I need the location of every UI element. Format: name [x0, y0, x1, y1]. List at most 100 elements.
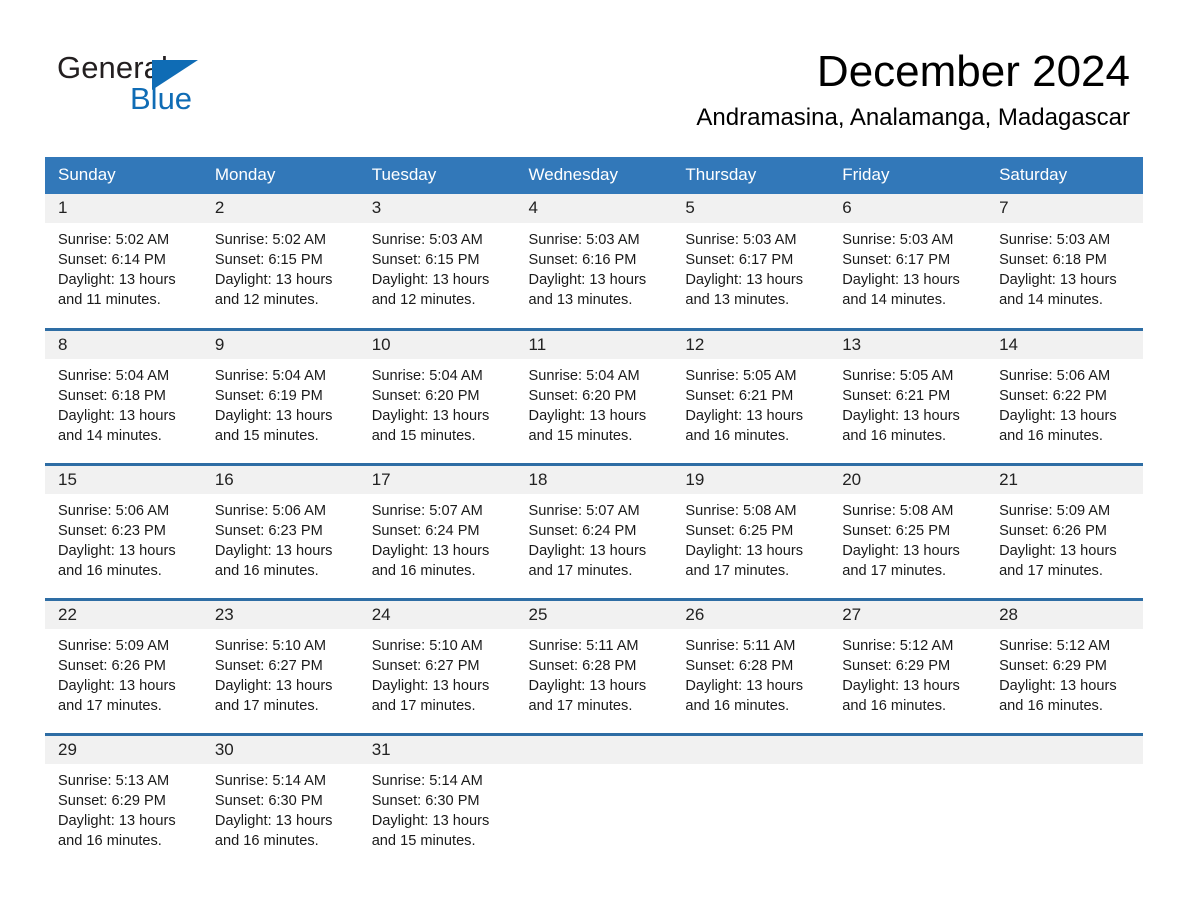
day-cell-inner: 30 Sunrise: 5:14 AM Sunset: 6:30 PM Dayligh… — [201, 735, 359, 868]
calendar-day-cell[interactable]: 23 Sunrise: 5:10 AM Sunset: 6:27 PM Dayligh… — [201, 597, 359, 734]
page-subtitle-location: Andramasina, Analamanga, Madagascar — [696, 103, 1130, 131]
day-number: 1 — [45, 194, 202, 223]
day-details: Sunrise: 5:03 AM Sunset: 6:17 PM Daylight:… — [829, 223, 986, 311]
daylight-duration-line2: and 16 minutes. — [371, 563, 476, 580]
day-cell-inner: 17 Sunrise: 5:07 AM Sunset: 6:24 PM Dayligh… — [358, 465, 516, 598]
calendar-day-cell[interactable]: 17 Sunrise: 5:07 AM Sunset: 6:24 PM Dayligh… — [358, 462, 516, 599]
calendar-week-row: 1 Sunrise: 5:02 AM Sunset: 6:14 PM Daylight… — [45, 194, 1143, 329]
daylight-duration-line1: Daylight: 13 hours — [528, 678, 647, 695]
day-cell-inner: 18 Sunrise: 5:07 AM Sunset: 6:24 PM Dayligh… — [515, 465, 673, 598]
sunset-time: Sunset: 6:18 PM — [58, 388, 166, 405]
sunrise-time: Sunrise: 5:11 AM — [685, 638, 796, 655]
sunrise-time: Sunrise: 5:07 AM — [371, 503, 483, 520]
calendar-day-cell[interactable]: 11 Sunrise: 5:04 AM Sunset: 6:20 PM Dayligh… — [515, 327, 673, 464]
calendar-day-cell[interactable]: 14 Sunrise: 5:06 AM Sunset: 6:22 PM Dayligh… — [986, 327, 1143, 464]
day-cell-inner: 11 Sunrise: 5:04 AM Sunset: 6:20 PM Dayligh… — [515, 330, 673, 463]
page-title: December 2024 — [816, 47, 1130, 96]
calendar-day-cell-empty — [986, 732, 1143, 869]
calendar-day-cell[interactable]: 27 Sunrise: 5:12 AM Sunset: 6:29 PM Dayligh… — [829, 597, 987, 734]
day-details: Sunrise: 5:03 AM Sunset: 6:16 PM Daylight:… — [516, 223, 673, 311]
calendar-day-cell[interactable]: 10 Sunrise: 5:04 AM Sunset: 6:20 PM Dayligh… — [358, 327, 516, 464]
calendar-day-cell[interactable]: 28 Sunrise: 5:12 AM Sunset: 6:29 PM Dayligh… — [986, 597, 1143, 734]
sunrise-time: Sunrise: 5:04 AM — [214, 368, 326, 385]
sunrise-time: Sunrise: 5:04 AM — [58, 368, 170, 385]
calendar-day-cell[interactable]: 19 Sunrise: 5:08 AM Sunset: 6:25 PM Dayligh… — [672, 462, 830, 599]
day-details: Sunrise: 5:04 AM Sunset: 6:20 PM Daylight:… — [516, 359, 673, 447]
day-cell-inner: 8 Sunrise: 5:04 AM Sunset: 6:18 PM Daylight… — [45, 330, 202, 463]
day-cell-inner: 31 Sunrise: 5:14 AM Sunset: 6:30 PM Dayligh… — [358, 735, 516, 868]
day-number: 25 — [515, 600, 673, 630]
calendar-table: Sunday Monday Tuesday Wednesday Thursday… — [45, 157, 1143, 869]
calendar-day-cell[interactable]: 3 Sunrise: 5:03 AM Sunset: 6:15 PM Daylight… — [358, 194, 516, 329]
day-number: 17 — [358, 465, 516, 495]
calendar-day-cell[interactable]: 29 Sunrise: 5:13 AM Sunset: 6:29 PM Dayligh… — [45, 732, 202, 869]
day-number: 7 — [986, 194, 1143, 223]
day-cell-inner: 25 Sunrise: 5:11 AM Sunset: 6:28 PM Dayligh… — [515, 600, 673, 733]
calendar-day-cell[interactable]: 20 Sunrise: 5:08 AM Sunset: 6:25 PM Dayligh… — [829, 462, 987, 599]
sunset-time: Sunset: 6:28 PM — [528, 658, 637, 675]
day-number: 23 — [201, 600, 359, 630]
calendar-day-cell[interactable]: 7 Sunrise: 5:03 AM Sunset: 6:18 PM Daylight… — [986, 194, 1143, 329]
daylight-duration-line2: and 11 minutes. — [58, 291, 161, 308]
daylight-duration-line2: and 17 minutes. — [528, 698, 633, 715]
day-cell-inner: 21 Sunrise: 5:09 AM Sunset: 6:26 PM Dayligh… — [986, 465, 1143, 598]
day-cell-inner: 20 Sunrise: 5:08 AM Sunset: 6:25 PM Dayligh… — [829, 465, 987, 598]
daylight-duration-line2: and 15 minutes. — [371, 428, 476, 445]
day-details: Sunrise: 5:05 AM Sunset: 6:21 PM Daylight:… — [672, 359, 829, 447]
daylight-duration-line2: and 14 minutes. — [58, 428, 162, 445]
sunset-time: Sunset: 6:29 PM — [999, 658, 1107, 675]
calendar-day-cell-empty — [515, 732, 673, 869]
day-cell-inner: 15 Sunrise: 5:06 AM Sunset: 6:23 PM Dayligh… — [45, 465, 202, 598]
sunrise-time: Sunrise: 5:05 AM — [685, 368, 797, 385]
weekday-header-friday: Friday — [829, 157, 987, 194]
sunrise-time: Sunrise: 5:03 AM — [371, 231, 483, 248]
daylight-duration-line1: Daylight: 13 hours — [214, 271, 333, 288]
calendar-week-row: 22 Sunrise: 5:09 AM Sunset: 6:26 PM Dayligh… — [45, 597, 1143, 734]
sunset-time: Sunset: 6:21 PM — [842, 388, 951, 405]
day-details: Sunrise: 5:11 AM Sunset: 6:28 PM Daylight:… — [516, 629, 673, 717]
calendar-day-cell[interactable]: 25 Sunrise: 5:11 AM Sunset: 6:28 PM Dayligh… — [515, 597, 673, 734]
day-details: Sunrise: 5:06 AM Sunset: 6:23 PM Daylight:… — [202, 494, 359, 582]
day-cell-inner: 24 Sunrise: 5:10 AM Sunset: 6:27 PM Dayligh… — [358, 600, 516, 733]
sunrise-time: Sunrise: 5:02 AM — [214, 231, 326, 248]
day-details: Sunrise: 5:14 AM Sunset: 6:30 PM Daylight:… — [202, 764, 359, 852]
calendar-day-cell[interactable]: 18 Sunrise: 5:07 AM Sunset: 6:24 PM Dayligh… — [515, 462, 673, 599]
calendar-day-cell[interactable]: 4 Sunrise: 5:03 AM Sunset: 6:16 PM Daylight… — [515, 194, 673, 329]
calendar-day-cell[interactable]: 1 Sunrise: 5:02 AM Sunset: 6:14 PM Daylight… — [45, 194, 202, 329]
sunrise-time: Sunrise: 5:08 AM — [842, 503, 954, 520]
day-details: Sunrise: 5:08 AM Sunset: 6:25 PM Daylight:… — [829, 494, 986, 582]
sunset-time: Sunset: 6:14 PM — [58, 251, 166, 268]
calendar-day-cell[interactable]: 22 Sunrise: 5:09 AM Sunset: 6:26 PM Dayligh… — [45, 597, 202, 734]
calendar-day-cell[interactable]: 16 Sunrise: 5:06 AM Sunset: 6:23 PM Dayligh… — [201, 462, 359, 599]
calendar-week-row: 15 Sunrise: 5:06 AM Sunset: 6:23 PM Dayligh… — [45, 462, 1143, 599]
calendar-day-cell[interactable]: 24 Sunrise: 5:10 AM Sunset: 6:27 PM Dayligh… — [358, 597, 516, 734]
sunset-time: Sunset: 6:19 PM — [214, 388, 323, 405]
daylight-duration-line1: Daylight: 13 hours — [371, 813, 490, 830]
calendar-day-cell[interactable]: 9 Sunrise: 5:04 AM Sunset: 6:19 PM Daylight… — [201, 327, 359, 464]
day-number — [829, 735, 987, 765]
calendar-day-cell[interactable]: 2 Sunrise: 5:02 AM Sunset: 6:15 PM Daylight… — [201, 194, 359, 329]
daylight-duration-line2: and 16 minutes. — [685, 698, 790, 715]
day-number: 14 — [986, 330, 1143, 360]
calendar-day-cell[interactable]: 26 Sunrise: 5:11 AM Sunset: 6:28 PM Dayligh… — [672, 597, 830, 734]
calendar-day-cell[interactable]: 6 Sunrise: 5:03 AM Sunset: 6:17 PM Daylight… — [829, 194, 987, 329]
daylight-duration-line1: Daylight: 13 hours — [58, 543, 176, 560]
generalblue-logo[interactable]: General Blue — [57, 52, 237, 122]
calendar-day-cell[interactable]: 21 Sunrise: 5:09 AM Sunset: 6:26 PM Dayligh… — [986, 462, 1143, 599]
calendar-day-cell[interactable]: 31 Sunrise: 5:14 AM Sunset: 6:30 PM Dayligh… — [358, 732, 516, 869]
sunrise-time: Sunrise: 5:03 AM — [842, 231, 954, 248]
calendar-day-cell[interactable]: 13 Sunrise: 5:05 AM Sunset: 6:21 PM Dayligh… — [829, 327, 987, 464]
calendar-day-cell[interactable]: 5 Sunrise: 5:03 AM Sunset: 6:17 PM Daylight… — [672, 194, 830, 329]
daylight-duration-line2: and 17 minutes. — [528, 563, 633, 580]
sunset-time: Sunset: 6:20 PM — [371, 388, 480, 405]
sunset-time: Sunset: 6:27 PM — [371, 658, 480, 675]
day-number: 12 — [672, 330, 830, 360]
calendar-day-cell[interactable]: 12 Sunrise: 5:05 AM Sunset: 6:21 PM Dayligh… — [672, 327, 830, 464]
calendar-day-cell[interactable]: 8 Sunrise: 5:04 AM Sunset: 6:18 PM Daylight… — [45, 327, 202, 464]
daylight-duration-line1: Daylight: 13 hours — [528, 543, 647, 560]
logo-text-blue: Blue — [130, 81, 193, 116]
sunrise-time: Sunrise: 5:12 AM — [842, 638, 954, 655]
calendar-day-cell[interactable]: 30 Sunrise: 5:14 AM Sunset: 6:30 PM Dayligh… — [201, 732, 359, 869]
day-details: Sunrise: 5:11 AM Sunset: 6:28 PM Daylight:… — [672, 629, 829, 717]
calendar-day-cell[interactable]: 15 Sunrise: 5:06 AM Sunset: 6:23 PM Dayligh… — [45, 462, 202, 599]
